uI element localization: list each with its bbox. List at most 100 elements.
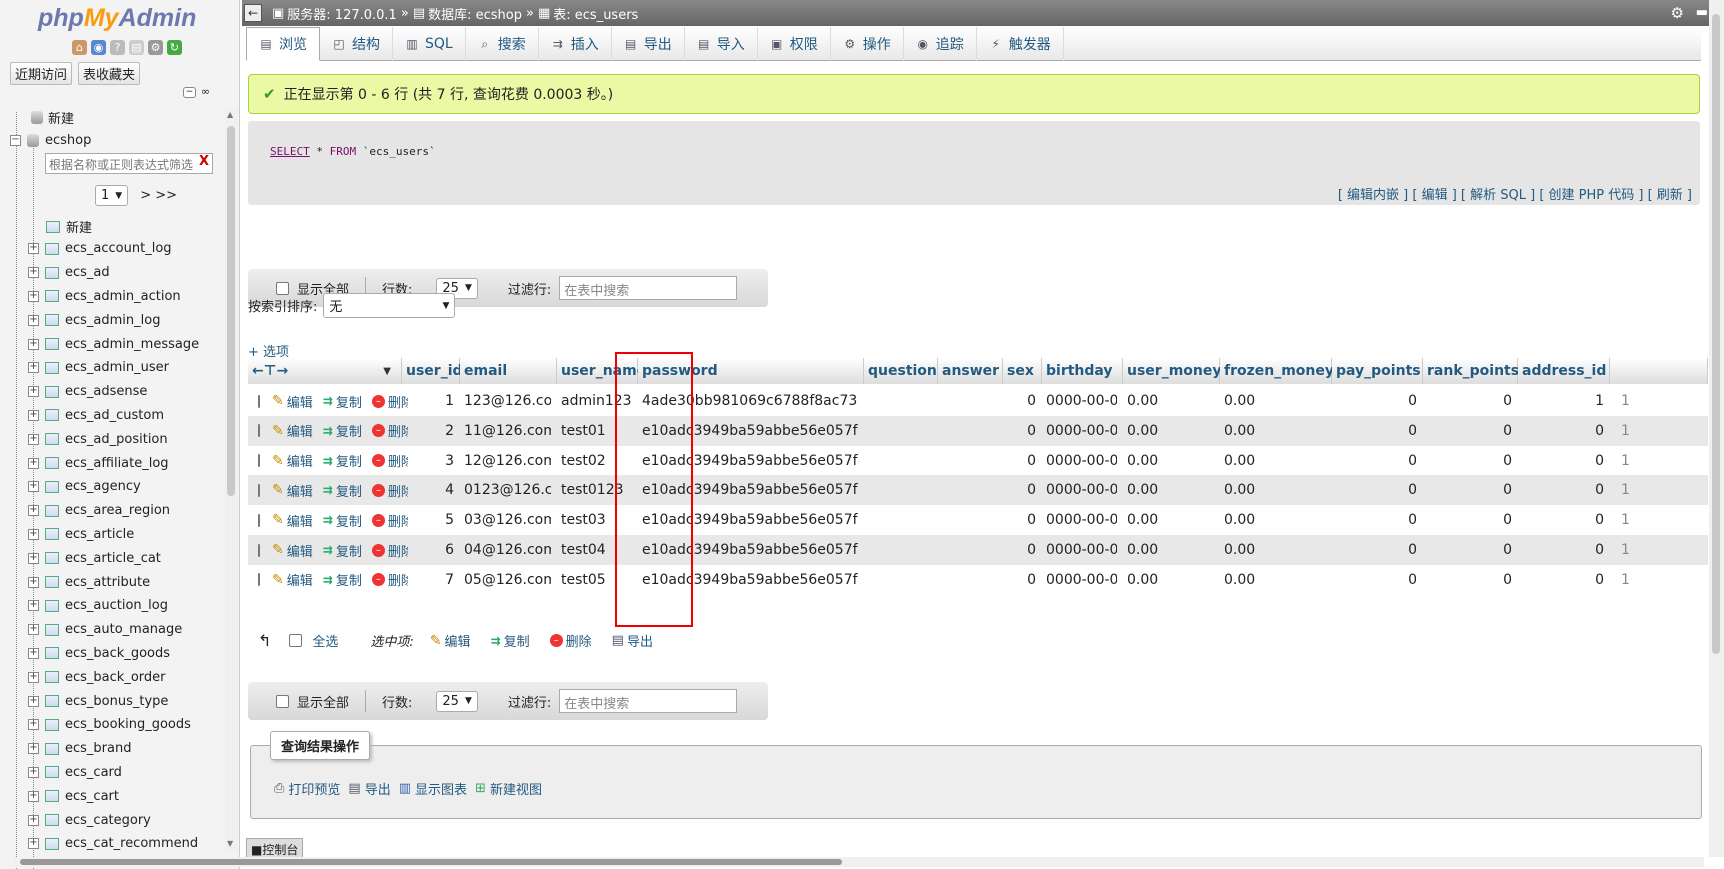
column-header-email[interactable]: email (460, 358, 557, 384)
expand-icon[interactable]: + (28, 552, 39, 564)
expand-icon[interactable]: + (28, 743, 39, 755)
breadcrumb-database[interactable]: ▤ 数据库: ecshop (413, 4, 522, 23)
cell-birthday[interactable]: 0000-00-00 (1046, 535, 1117, 565)
new-database-item[interactable]: 新建 (31, 108, 74, 127)
cell-user_money[interactable]: 0.00 (1127, 535, 1214, 565)
new-table-item[interactable]: 新建 (46, 217, 92, 236)
rows-select[interactable]: 25 ▼ (436, 690, 478, 712)
table-filter-input[interactable]: 根据名称或正则表达式筛选 (45, 153, 213, 174)
tab-insert[interactable]: ⇉ 插入 (539, 27, 612, 61)
favorites-button[interactable]: 表收藏夹 (78, 62, 141, 85)
sidebar-table-item[interactable]: + ecs_back_goods (28, 642, 199, 666)
column-header-answer[interactable]: answer (938, 358, 1003, 384)
delete-row-button[interactable]: – 删除 (371, 481, 408, 500)
cell-frozen_money[interactable]: 0.00 (1224, 535, 1326, 565)
filter-rows-input[interactable]: 在表中搜索 (559, 689, 738, 713)
cell-birthday[interactable]: 0000-00-00 (1046, 475, 1117, 505)
cell-frozen_money[interactable]: 0.00 (1224, 446, 1326, 476)
tab-export[interactable]: ▤ 导出 (612, 27, 685, 61)
cell-address_id[interactable]: 0 (1522, 505, 1604, 535)
cell-user_id[interactable]: 6 (406, 535, 454, 565)
sidebar-table-item[interactable]: + ecs_auto_manage (28, 618, 199, 642)
row-checkbox[interactable] (258, 424, 260, 438)
gear-icon[interactable]: ⚙ (1671, 4, 1684, 22)
cell-pay_points[interactable]: 0 (1336, 475, 1417, 505)
expand-icon[interactable]: + (28, 838, 39, 850)
expand-icon[interactable]: + (28, 576, 39, 588)
cell-rank_points[interactable]: 0 (1427, 505, 1512, 535)
column-header-user_id[interactable]: user_id (402, 358, 463, 384)
nav-scrollbar[interactable]: ▲ ▼ (225, 108, 238, 850)
sidebar-table-item[interactable]: + ecs_auction_log (28, 594, 199, 618)
sql-select-keyword[interactable]: SELECT (270, 145, 310, 158)
expand-icon[interactable]: + (28, 457, 39, 469)
expand-icon[interactable]: + (28, 719, 39, 731)
expand-icon[interactable]: + (28, 695, 39, 707)
column-header-user_money[interactable]: user_money (1123, 358, 1222, 384)
horizontal-scrollbar[interactable] (14, 857, 1704, 867)
cell-frozen_money[interactable]: 0.00 (1224, 416, 1326, 446)
sidebar-table-item[interactable]: + ecs_account_log (28, 237, 199, 261)
column-header-sex[interactable]: sex (1003, 358, 1042, 384)
cell-pay_points[interactable]: 0 (1336, 386, 1417, 416)
table-page-select[interactable]: 1 ▼ (95, 185, 129, 206)
sidebar-table-item[interactable]: + ecs_article (28, 523, 199, 547)
delete-row-button[interactable]: – 删除 (371, 451, 408, 470)
cell-sex[interactable]: 0 (1007, 505, 1036, 535)
create-view-link[interactable]: ⊞ 新建视图 (475, 779, 542, 798)
recent-button[interactable]: 近期访问 (10, 62, 73, 85)
cell-user_name[interactable]: test04 (561, 535, 632, 565)
cell-pay_points[interactable]: 0 (1336, 446, 1417, 476)
cell-frozen_money[interactable]: 0.00 (1224, 505, 1326, 535)
column-resize-controls[interactable]: ←⊤→ ▼ (248, 358, 402, 384)
expand-icon[interactable]: + (28, 290, 39, 302)
cell-user_name[interactable]: test02 (561, 446, 632, 476)
cell-email[interactable]: 11@126.com (464, 416, 551, 446)
bulk-copy-button[interactable]: ⇉ 复制 (491, 631, 530, 651)
column-header-user_name[interactable]: user_name (557, 358, 646, 384)
copy-row-button[interactable]: ⇉ 复制 (323, 481, 362, 500)
cell-email[interactable]: 04@126.com (464, 535, 551, 565)
vertical-scrollbar[interactable] (1709, 0, 1724, 857)
sql-query-text[interactable]: SELECT * FROM `ecs_users` (270, 145, 436, 158)
tab-import[interactable]: ▤ 导入 (685, 27, 758, 61)
delete-row-button[interactable]: – 删除 (371, 392, 408, 411)
cell-user_money[interactable]: 0.00 (1127, 416, 1214, 446)
edit-row-button[interactable]: ✎ 编辑 (272, 511, 313, 530)
cell-password[interactable]: e10adc3949ba59abbe56e057f20f883e (642, 565, 858, 595)
cell-user_name[interactable]: test03 (561, 505, 632, 535)
expand-icon[interactable]: + (28, 243, 39, 255)
tab-tracking[interactable]: ◉ 追踪 (904, 27, 977, 61)
row-checkbox[interactable] (258, 543, 260, 557)
expand-icon[interactable]: + (28, 505, 39, 517)
copy-row-button[interactable]: ⇉ 复制 (323, 570, 362, 590)
sidebar-table-item[interactable]: + ecs_article_cat (28, 546, 199, 570)
cell-sex[interactable]: 0 (1007, 416, 1036, 446)
expand-icon[interactable]: + (28, 624, 39, 636)
tab-search[interactable]: ⌕ 搜索 (466, 27, 539, 61)
expand-icon[interactable]: + (28, 671, 39, 683)
expand-icon[interactable]: + (28, 766, 39, 778)
expand-icon[interactable]: + (28, 386, 39, 398)
column-header-password[interactable]: password (638, 358, 864, 384)
cell-address_id[interactable]: 0 (1522, 416, 1604, 446)
cell-frozen_money[interactable]: 0.00 (1224, 475, 1326, 505)
expand-icon[interactable]: + (28, 600, 39, 612)
cell-rank_points[interactable]: 0 (1427, 565, 1512, 595)
cell-birthday[interactable]: 0000-00-00 (1046, 416, 1117, 446)
cell-rank_points[interactable]: 0 (1427, 416, 1512, 446)
expand-icon[interactable]: + (28, 814, 39, 826)
expand-icon[interactable]: + (28, 481, 39, 493)
phpmyadmin-logo[interactable]: phpMyAdmin (38, 4, 196, 33)
sidebar-table-item[interactable]: + ecs_admin_message (28, 332, 199, 356)
bulk-export-button[interactable]: ▤ 导出 (612, 631, 653, 650)
cell-email[interactable]: 0123@126.com (464, 475, 551, 505)
sidebar-table-item[interactable]: + ecs_attribute (28, 570, 199, 594)
row-checkbox[interactable] (258, 573, 260, 587)
bulk-delete-button[interactable]: – 删除 (549, 631, 592, 650)
cell-birthday[interactable]: 0000-00-00 (1046, 386, 1117, 416)
resize-arrows-icon[interactable]: ←⊤→ (252, 363, 288, 379)
cell-frozen_money[interactable]: 0.00 (1224, 386, 1326, 416)
cell-email[interactable]: 123@126.com (464, 386, 551, 416)
sidebar-table-item[interactable]: + ecs_admin_action (28, 285, 199, 309)
